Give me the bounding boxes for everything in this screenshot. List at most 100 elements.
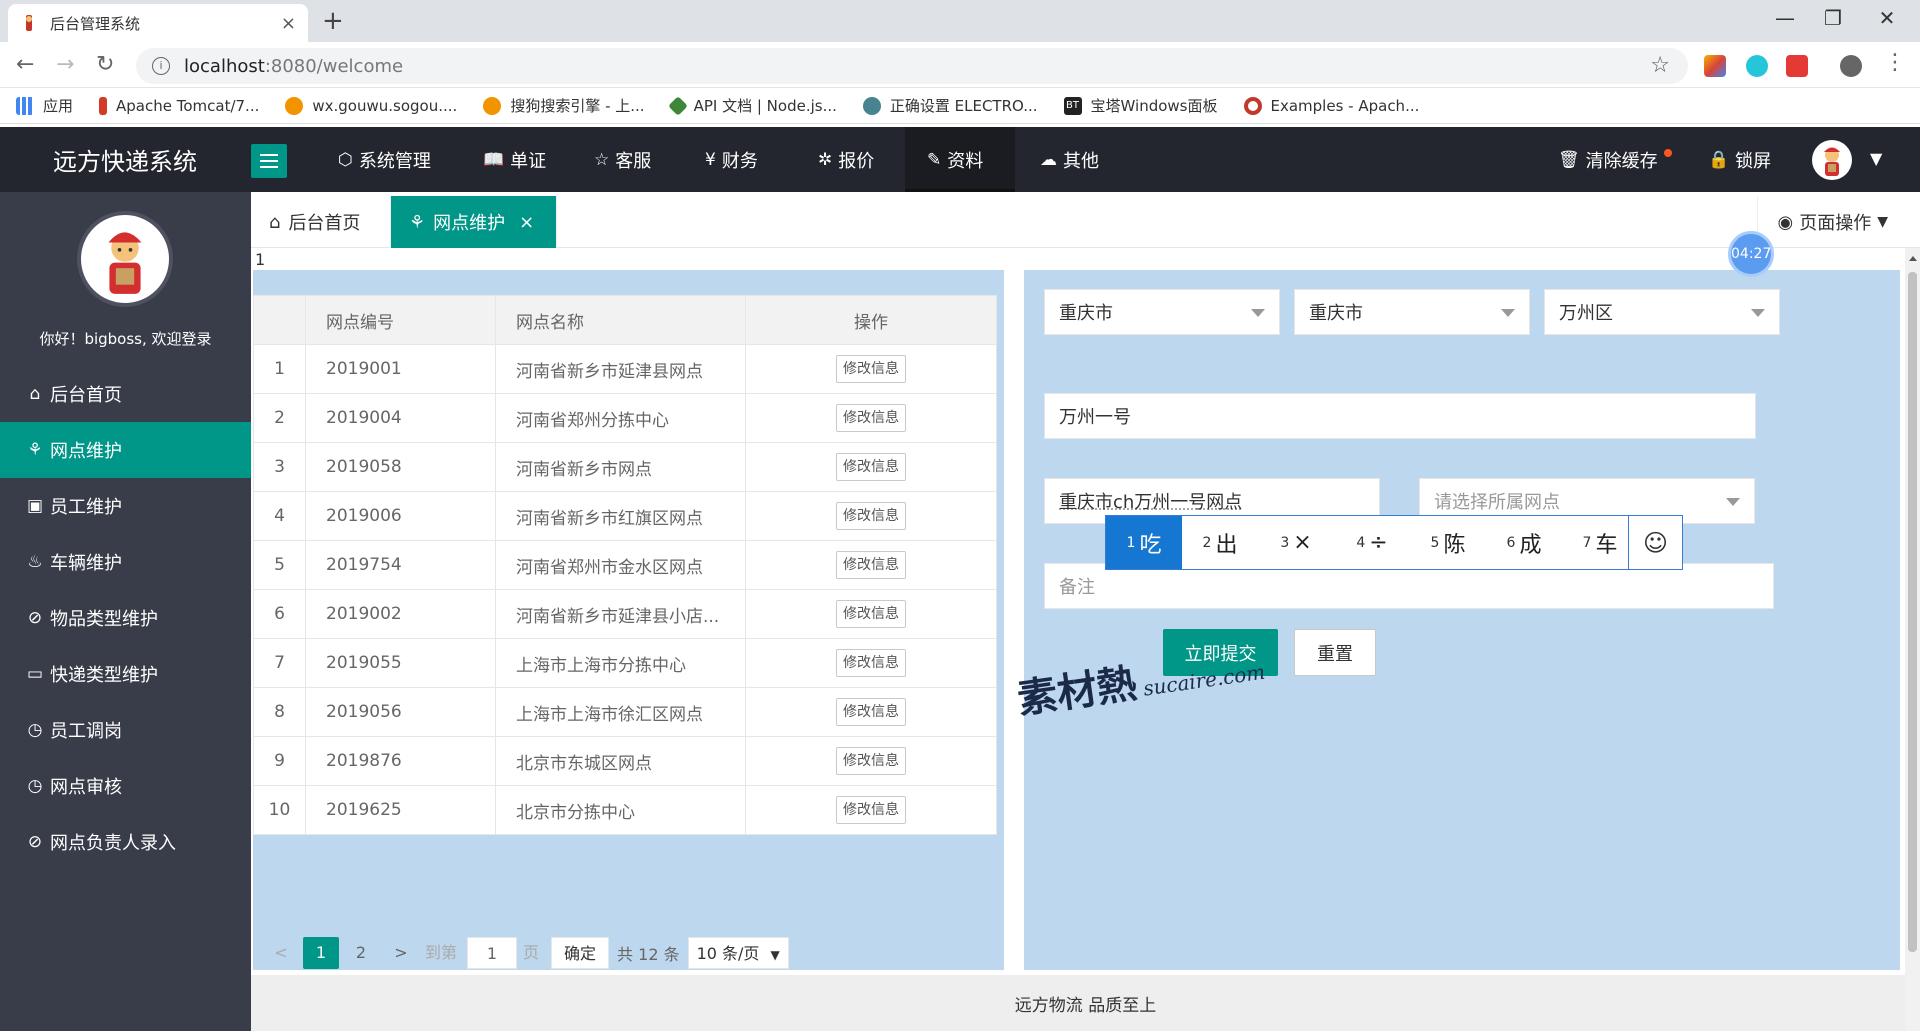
bookmark-star-icon[interactable]: ☆: [1650, 53, 1670, 78]
sidebar-item-label: 物品类型维护: [50, 609, 158, 630]
bookmark-item[interactable]: Apache Tomcat/7...: [99, 96, 259, 115]
lock-screen-button[interactable]: 🔒 锁屏: [1686, 127, 1793, 192]
avatar: [77, 211, 173, 307]
page-button[interactable]: 1: [303, 937, 339, 969]
nav-customer-service[interactable]: ☆ 客服: [572, 127, 673, 192]
ime-candidate[interactable]: 7车: [1562, 516, 1638, 569]
scroll-up-icon[interactable]: [1909, 256, 1917, 261]
page-ops-label: 页面操作: [1799, 213, 1872, 234]
minimize-button[interactable]: —: [1770, 6, 1800, 30]
next-page-button[interactable]: >: [383, 937, 419, 969]
tab-outlet-maintenance[interactable]: ⚘ 网点维护 ×: [391, 196, 557, 248]
page-button[interactable]: 2: [343, 937, 379, 969]
district-select[interactable]: 万州区: [1544, 289, 1780, 335]
column-header-action: 操作: [745, 295, 997, 345]
scrollbar-thumb[interactable]: [1908, 272, 1917, 952]
ime-candidate[interactable]: 5陈: [1410, 516, 1486, 569]
site-info-icon[interactable]: i: [152, 57, 170, 75]
row-index: 2: [253, 393, 306, 443]
province-value: 重庆市: [1059, 303, 1113, 324]
timer-badge[interactable]: 04:27: [1728, 231, 1774, 277]
sidebar-item-outlet-review[interactable]: ◷ 网点审核: [0, 758, 251, 814]
sidebar-item-vehicle-maintenance[interactable]: ♨ 车辆维护: [0, 534, 251, 590]
ime-candidate[interactable]: 4 ÷: [1334, 516, 1410, 569]
edit-info-button[interactable]: 修改信息: [836, 404, 906, 432]
edit-info-button[interactable]: 修改信息: [836, 453, 906, 481]
bookmark-label: 宝塔Windows面板: [1090, 97, 1218, 115]
nav-data[interactable]: ✎ 资料: [905, 127, 1015, 192]
bookmark-item[interactable]: 正确设置 ELECTRO...: [862, 95, 1038, 116]
ime-candidate[interactable]: 2出: [1182, 516, 1258, 569]
edit-info-button[interactable]: 修改信息: [836, 747, 906, 775]
ime-candidate[interactable]: 3 ×: [1258, 516, 1334, 569]
edit-info-button[interactable]: 修改信息: [836, 551, 906, 579]
outlet-name-input[interactable]: 万州一号: [1044, 393, 1756, 439]
goto-page-input[interactable]: 1: [467, 937, 518, 969]
sidebar-item-express-type[interactable]: ▭ 快递类型维护: [0, 646, 251, 702]
avatar[interactable]: [1812, 140, 1852, 180]
new-tab-button[interactable]: +: [322, 6, 344, 36]
edit-info-button[interactable]: 修改信息: [836, 355, 906, 383]
chevron-down-icon[interactable]: ▼: [1870, 149, 1882, 168]
browser-tab[interactable]: 后台管理系统 ×: [8, 4, 308, 42]
total-count: 共 12 条: [617, 945, 680, 964]
edit-info-button[interactable]: 修改信息: [836, 698, 906, 726]
close-icon[interactable]: ×: [519, 212, 534, 233]
bookmark-item[interactable]: 搜狗搜索引擎 - 上...: [483, 95, 645, 116]
extension-icon[interactable]: [1746, 55, 1768, 77]
sidebar-item-outlet-manager-entry[interactable]: ⊘ 网点负责人录入: [0, 814, 251, 870]
bookmark-item[interactable]: 应用: [16, 95, 73, 116]
row-action-cell: 修改信息: [745, 344, 997, 394]
extension-icon[interactable]: [1704, 55, 1726, 77]
page-size-value: 10 条/页: [696, 944, 760, 963]
edit-info-button[interactable]: 修改信息: [836, 796, 906, 824]
bookmark-item[interactable]: API 文档 | Node.js...: [667, 95, 837, 116]
bookmark-item[interactable]: BT 宝塔Windows面板: [1063, 95, 1218, 116]
close-tab-icon[interactable]: ×: [281, 13, 296, 34]
reset-button[interactable]: 重置: [1294, 629, 1376, 676]
nav-finance[interactable]: ¥ 财务: [683, 127, 780, 192]
profile-icon[interactable]: [1840, 55, 1862, 77]
bookmark-label: 应用: [43, 97, 74, 115]
back-icon[interactable]: ←: [16, 52, 34, 77]
nav-quote[interactable]: ✲ 报价: [796, 127, 896, 192]
edit-info-button[interactable]: 修改信息: [836, 649, 906, 677]
nav-system[interactable]: ⬡ 系统管理: [316, 127, 453, 192]
page-operations-dropdown[interactable]: ◉ 页面操作 ▼: [1756, 196, 1888, 248]
sidebar-item-outlet-maintenance[interactable]: ⚘ 网点维护: [0, 422, 251, 478]
tab-label: 后台首页: [288, 213, 361, 234]
city-select[interactable]: 重庆市: [1294, 289, 1530, 335]
prev-page-button[interactable]: <: [263, 937, 299, 969]
sidebar-item-goods-type[interactable]: ⊘ 物品类型维护: [0, 590, 251, 646]
forward-icon[interactable]: →: [56, 52, 74, 77]
bookmark-item[interactable]: Examples - Apach...: [1243, 96, 1419, 115]
nav-other[interactable]: ☁ 其他: [1018, 127, 1121, 192]
emoji-icon[interactable]: ☺: [1628, 516, 1682, 569]
ime-candidate[interactable]: 1吃: [1106, 516, 1182, 569]
tab-label: 网点维护: [433, 213, 506, 234]
ime-candidate[interactable]: 6成: [1486, 516, 1562, 569]
close-window-button[interactable]: ✕: [1872, 6, 1902, 30]
more-menu-icon[interactable]: ⋮: [1884, 50, 1906, 75]
edit-info-button[interactable]: 修改信息: [836, 502, 906, 530]
nav-documents[interactable]: 📖 单证: [461, 127, 568, 192]
tab-home[interactable]: ⌂ 后台首页: [251, 196, 391, 248]
fe-extension-icon[interactable]: [1786, 55, 1808, 77]
goto-confirm-button[interactable]: 确定: [551, 937, 610, 969]
sidebar-item-staff-maintenance[interactable]: ▣ 员工维护: [0, 478, 251, 534]
reload-icon[interactable]: ↻: [96, 52, 114, 77]
url-input[interactable]: i localhost:8080/welcome ☆: [136, 48, 1688, 84]
menu-toggle-button[interactable]: [251, 144, 287, 178]
bookmark-item[interactable]: wx.gouwu.sogou....: [285, 96, 457, 115]
id-card-icon: ▣: [26, 496, 44, 516]
edit-info-button[interactable]: 修改信息: [836, 600, 906, 628]
clear-cache-button[interactable]: 🗑 清除缓存: [1536, 127, 1680, 192]
province-select[interactable]: 重庆市: [1044, 289, 1280, 335]
sidebar-item-home[interactable]: ⌂ 后台首页: [0, 366, 251, 422]
page-size-select[interactable]: 10 条/页 ▼: [687, 937, 789, 969]
outlet-name: 上海市上海市徐汇区网点: [495, 687, 746, 737]
restore-button[interactable]: ❐: [1818, 6, 1848, 30]
sidebar-item-staff-transfer[interactable]: ◷ 员工调岗: [0, 702, 251, 758]
vertical-scrollbar[interactable]: [1905, 248, 1920, 1031]
row-index: 4: [253, 491, 306, 541]
